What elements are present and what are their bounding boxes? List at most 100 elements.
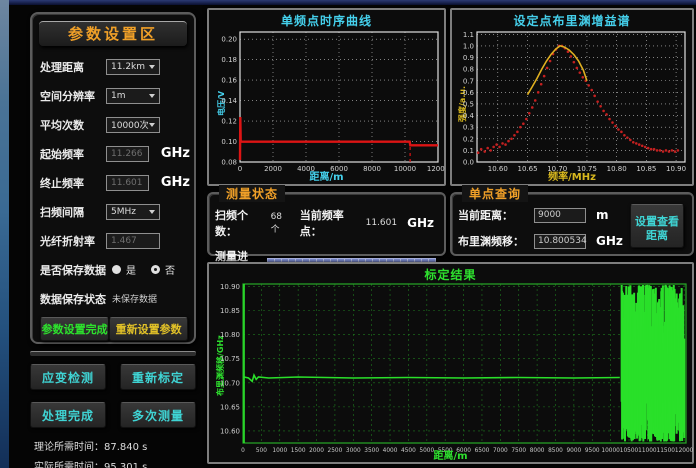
chevron-down-icon bbox=[149, 210, 155, 214]
x-axis-label: 频率/MHz bbox=[452, 168, 692, 183]
theoretical-time: 理论所需时间：87.840 s bbox=[34, 438, 147, 453]
calibration-chart-panel: 标定结果 布里渊频移/GHz 0500100015002000250030003… bbox=[207, 262, 694, 464]
svg-text:0.6: 0.6 bbox=[463, 89, 475, 97]
current-freq-value: 11.601 bbox=[366, 218, 398, 228]
dropdown-value: 11.2km bbox=[111, 62, 145, 72]
query-distance-input[interactable]: 9000 bbox=[534, 208, 586, 223]
current-freq-label: 当前频率点： bbox=[300, 207, 362, 239]
action-buttons: 应变检测 重新标定 处理完成 多次测量 bbox=[30, 364, 196, 428]
svg-text:0.16: 0.16 bbox=[221, 77, 237, 85]
measurement-status-panel: 测量状态 扫频个数： 68个 当前频率点： 11.601 GHz 测量进度: bbox=[207, 192, 446, 256]
window-top-edge bbox=[0, 0, 696, 5]
svg-text:0.0: 0.0 bbox=[463, 159, 474, 167]
svg-text:0.9: 0.9 bbox=[463, 54, 474, 62]
sweep-step-dropdown[interactable]: 5MHz bbox=[106, 204, 160, 220]
x-axis-label: 距离/m bbox=[209, 447, 692, 462]
spatial-resolution-dropdown[interactable]: 1m bbox=[106, 88, 160, 104]
svg-text:0.3: 0.3 bbox=[463, 124, 474, 132]
save-status-value: 未保存数据 bbox=[112, 292, 157, 305]
shift-unit: GHz bbox=[596, 234, 623, 248]
params-done-button[interactable]: 参数设置完成 bbox=[40, 317, 109, 341]
svg-text:0.10: 0.10 bbox=[221, 138, 237, 146]
sweep-count-value: 68个 bbox=[271, 212, 290, 235]
svg-text:0.08: 0.08 bbox=[221, 159, 237, 167]
field-row: 终止频率 11.601 GHz bbox=[40, 168, 190, 197]
field-label: 光纤折射率 bbox=[40, 233, 106, 249]
radio-save-no[interactable] bbox=[151, 265, 160, 274]
save-status-row: 数据保存状态 未保存数据 bbox=[40, 284, 190, 313]
actual-time: 实际所需时间：95.301 s bbox=[34, 458, 147, 468]
field-row: 平均次数 10000次 bbox=[40, 110, 190, 139]
field-label: 数据保存状态 bbox=[40, 291, 106, 307]
time-value: 87.840 s bbox=[104, 442, 147, 453]
field-label: 处理距离 bbox=[40, 59, 106, 75]
field-label: 终止频率 bbox=[40, 175, 106, 191]
dropdown-value: 1m bbox=[111, 91, 126, 101]
radio-label: 是 bbox=[126, 262, 136, 277]
shift-label: 布里渊频移： bbox=[458, 233, 534, 249]
field-row: 扫频间隔 5MHz bbox=[40, 197, 190, 226]
radio-save-yes[interactable] bbox=[112, 265, 121, 274]
strain-detect-button[interactable]: 应变检测 bbox=[30, 364, 106, 390]
processing-done-button[interactable]: 处理完成 bbox=[30, 402, 106, 428]
svg-text:10.65: 10.65 bbox=[220, 403, 240, 411]
sweep-count-label: 扫频个数： bbox=[215, 207, 267, 239]
svg-text:10.75: 10.75 bbox=[220, 355, 240, 363]
svg-text:0.8: 0.8 bbox=[463, 66, 474, 74]
multi-measure-button[interactable]: 多次测量 bbox=[120, 402, 196, 428]
field-label: 扫频间隔 bbox=[40, 204, 106, 220]
brillouin-shift-input[interactable]: 10.800534 bbox=[534, 234, 586, 249]
recalibrate-button[interactable]: 重新标定 bbox=[120, 364, 196, 390]
field-row: 起始频率 11.266 GHz bbox=[40, 139, 190, 168]
window-left-edge bbox=[0, 0, 9, 468]
distance-unit: m bbox=[596, 208, 609, 222]
calibration-chart-canvas: 0500100015002000250030003500400045005000… bbox=[210, 280, 693, 460]
radio-label: 否 bbox=[165, 262, 175, 277]
current-freq-unit: GHz bbox=[407, 216, 434, 230]
field-label: 起始频率 bbox=[40, 146, 106, 162]
time-label: 理论所需时间： bbox=[34, 442, 104, 453]
save-data-row: 是否保存数据 是 否 bbox=[40, 255, 190, 284]
svg-text:0.20: 0.20 bbox=[221, 36, 237, 44]
average-count-dropdown[interactable]: 10000次 bbox=[106, 117, 160, 133]
svg-text:10.70: 10.70 bbox=[220, 379, 240, 387]
unit-label: GHz bbox=[161, 175, 190, 190]
stop-frequency-input[interactable]: 11.601 bbox=[106, 175, 149, 191]
svg-text:10.60: 10.60 bbox=[220, 427, 240, 435]
field-label: 空间分辨率 bbox=[40, 88, 106, 104]
gain-spectrum-chart-panel: 设定点布里渊增益谱 强度/a.u. 10.6010.6510.7010.7510… bbox=[450, 8, 694, 186]
unit-label: GHz bbox=[161, 146, 190, 161]
svg-text:1.1: 1.1 bbox=[463, 31, 474, 39]
refractive-index-input[interactable]: 1.467 bbox=[106, 233, 160, 249]
timeseries-chart-panel: 单频点时序曲线 电压/V 020004000600080001000012000… bbox=[207, 8, 446, 186]
svg-text:0.18: 0.18 bbox=[221, 56, 237, 64]
chevron-down-icon bbox=[149, 94, 155, 98]
svg-text:0.1: 0.1 bbox=[463, 147, 474, 155]
set-view-distance-button[interactable]: 设置查看距离 bbox=[630, 204, 684, 248]
chevron-down-icon bbox=[149, 65, 155, 69]
field-label: 是否保存数据 bbox=[40, 262, 106, 278]
svg-text:10.80: 10.80 bbox=[220, 331, 240, 339]
botda-measurement-app: 参数设置区 处理距离 11.2km 空间分辨率 1m 平均次数 10000次 bbox=[0, 0, 696, 468]
distance-label: 当前距离： bbox=[458, 207, 534, 223]
start-frequency-input[interactable]: 11.266 bbox=[106, 146, 149, 162]
params-reset-button[interactable]: 重新设置参数 bbox=[109, 317, 188, 341]
x-axis-label: 距离/m bbox=[209, 168, 444, 183]
svg-text:1.0: 1.0 bbox=[463, 42, 474, 50]
dropdown-value: 5MHz bbox=[111, 207, 136, 217]
svg-text:0.2: 0.2 bbox=[463, 135, 474, 143]
single-point-query-panel: 单点查询 当前距离： 9000 m 布里渊频移： 10.800534 GHz 设… bbox=[450, 192, 694, 256]
svg-text:0.7: 0.7 bbox=[463, 77, 474, 85]
chevron-down-icon bbox=[149, 123, 155, 127]
svg-text:0.14: 0.14 bbox=[221, 97, 237, 105]
svg-text:10.90: 10.90 bbox=[220, 283, 240, 291]
processing-distance-dropdown[interactable]: 11.2km bbox=[106, 59, 160, 75]
divider bbox=[30, 351, 196, 356]
time-label: 实际所需时间： bbox=[34, 462, 104, 468]
gain-spectrum-chart-canvas: 10.6010.6510.7010.7510.8010.8510.900.00.… bbox=[453, 27, 693, 179]
panel-title: 参数设置区 bbox=[39, 21, 187, 46]
field-row: 光纤折射率 1.467 bbox=[40, 226, 190, 255]
svg-text:0.4: 0.4 bbox=[463, 112, 475, 120]
svg-text:10.85: 10.85 bbox=[220, 307, 240, 315]
svg-text:0.12: 0.12 bbox=[221, 118, 237, 126]
